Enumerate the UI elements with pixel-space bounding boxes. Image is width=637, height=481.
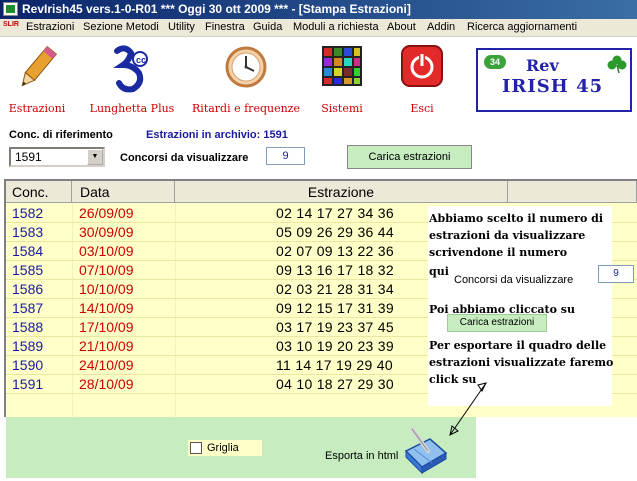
sistemi-label: Sistemi — [321, 102, 363, 115]
griglia-checkbox[interactable]: Griglia — [188, 440, 262, 456]
power-icon — [401, 45, 443, 87]
conc-label: Conc. di riferimento — [9, 129, 113, 141]
estrazioni-button[interactable]: Estrazioni — [2, 43, 72, 115]
brand-line2: IRISH 45 — [502, 76, 604, 97]
pencil-icon — [21, 45, 58, 87]
estrazioni-label: Estrazioni — [8, 102, 66, 115]
menu-about[interactable]: About — [387, 21, 416, 33]
lottery-hand-icon: cc — [113, 45, 148, 93]
note-line: scrivendone il numero — [429, 246, 568, 259]
grid-icon — [322, 46, 362, 86]
menu-guida[interactable]: Guida — [253, 21, 282, 33]
window-title: RevIrish45 vers.1-0-R01 *** Oggi 30 ott … — [22, 2, 411, 16]
header-estrazione[interactable]: Estrazione — [175, 181, 508, 203]
note-load-button: Carica estrazioni — [447, 314, 547, 332]
menu-addin[interactable]: Addin — [427, 21, 455, 33]
lunghetta-button[interactable]: cc Lunghetta Plus — [86, 43, 178, 115]
checkbox-icon[interactable] — [190, 442, 202, 454]
export-label: Esporta in html — [325, 450, 399, 462]
note-view-count-input: 9 — [598, 265, 634, 283]
menu-estrazioni[interactable]: Estrazioni — [26, 21, 74, 33]
view-count-input[interactable]: 9 — [266, 147, 305, 165]
esci-button[interactable]: Esci — [396, 43, 448, 115]
conc-select-value: 1591 — [15, 150, 42, 164]
menu-ricerca[interactable]: Ricerca aggiornamenti — [467, 21, 577, 33]
griglia-label: Griglia — [207, 442, 239, 454]
esci-label: Esci — [410, 102, 434, 115]
conc-select[interactable]: 1591 ▼ — [9, 147, 105, 167]
shamrock-icon — [607, 55, 627, 74]
note-line: Per esportare il quadro delle — [429, 339, 607, 352]
archive-count-label: Estrazioni in archivio: 1591 — [146, 129, 288, 141]
lunghetta-label: Lunghetta Plus — [89, 102, 175, 115]
app-icon — [3, 2, 18, 16]
svg-text:cc: cc — [136, 55, 146, 65]
title-bar: RevIrish45 vers.1-0-R01 *** Oggi 30 ott … — [0, 0, 637, 19]
menu-logo-icon: SLIR — [3, 21, 19, 28]
note-line: estrazioni da visualizzare — [429, 229, 586, 242]
header-empty — [508, 181, 637, 203]
sistemi-button[interactable]: Sistemi — [314, 43, 370, 115]
header-data[interactable]: Data — [72, 181, 175, 203]
arrow-pointer-icon — [449, 382, 487, 436]
brand-badge: 34 — [484, 55, 506, 69]
ritardi-label: Ritardi e frequenze — [192, 102, 300, 115]
note-view-count-label: Concorsi da visualizzare — [454, 271, 584, 289]
brand-logo: 34 Rev IRISH 45 — [476, 48, 632, 112]
menu-utility[interactable]: Utility — [168, 21, 195, 33]
note-line: estrazioni visualizzate faremo — [429, 356, 614, 369]
load-button[interactable]: Carica estrazioni — [347, 145, 472, 169]
ritardi-button[interactable]: Ritardi e frequenze — [188, 43, 304, 115]
chevron-down-icon[interactable]: ▼ — [87, 149, 103, 165]
note-line: qui — [429, 265, 449, 278]
menu-bar: SLIR Estrazioni Sezione Metodi Utility F… — [0, 19, 637, 37]
menu-finestra[interactable]: Finestra — [205, 21, 245, 33]
view-count-label: Concorsi da visualizzare — [120, 152, 249, 164]
clock-icon — [225, 46, 267, 88]
header-conc[interactable]: Conc. — [6, 181, 72, 203]
menu-sezione-metodi[interactable]: Sezione Metodi — [83, 21, 159, 33]
menu-moduli[interactable]: Moduli a richiesta — [293, 21, 379, 33]
brand-line1: Rev — [526, 56, 559, 75]
note-line: Abbiamo scelto il numero di — [429, 212, 603, 225]
